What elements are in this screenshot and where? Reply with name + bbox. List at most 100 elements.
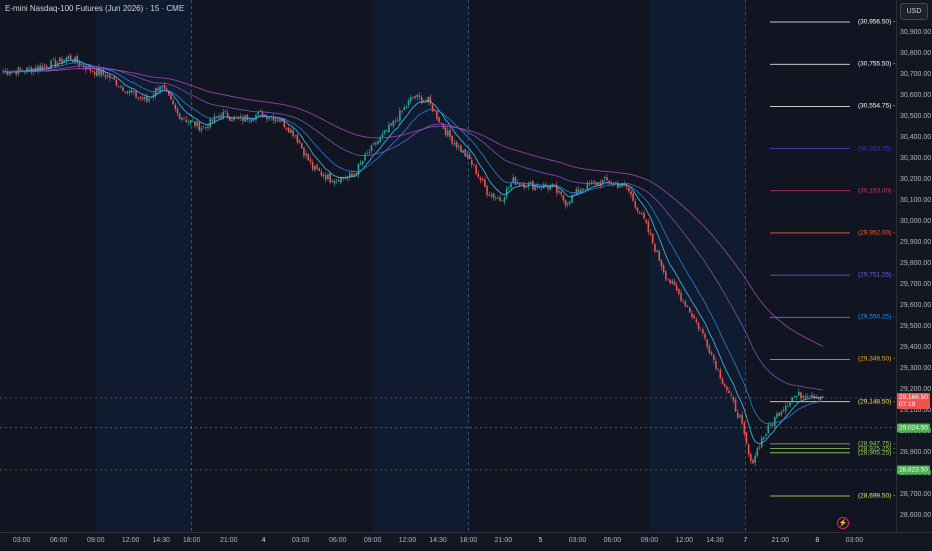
candle-body — [274, 118, 277, 122]
price-tick-label: 28,700.00 — [900, 490, 932, 498]
candle-body — [327, 174, 329, 180]
candle-body — [723, 383, 726, 387]
candle-body — [322, 174, 325, 177]
level-label: (30,153.00) - — [858, 187, 896, 195]
candle-body — [662, 265, 665, 273]
candle-body — [425, 99, 427, 101]
chart-area[interactable] — [0, 0, 896, 532]
candle-body — [17, 67, 20, 74]
candle-body — [174, 104, 177, 109]
candle-body — [244, 115, 246, 122]
time-tick-label: 14:30 — [706, 537, 724, 544]
level-label: (30,353.75) - — [858, 145, 896, 153]
candle-body — [462, 150, 464, 154]
candle-body — [547, 187, 549, 190]
candle-body — [178, 113, 181, 120]
candle-body — [80, 64, 83, 65]
candle-body — [686, 306, 689, 308]
candle-body — [721, 378, 724, 384]
candle-body — [712, 354, 715, 360]
candle-body — [78, 62, 81, 66]
candle-body — [793, 396, 796, 398]
candle-body — [342, 178, 344, 179]
candle-body — [133, 90, 135, 93]
candle-body — [93, 72, 96, 75]
candle-body — [392, 120, 395, 126]
candle-body — [287, 128, 290, 133]
candle-body — [564, 199, 567, 206]
candle-body — [205, 127, 207, 128]
candle-body — [562, 195, 565, 201]
lightning-icon[interactable]: ⚡ — [837, 517, 849, 529]
level-label: (28,905.25) - — [858, 449, 896, 457]
candle-body — [802, 395, 804, 398]
price-tick-label: 29,500.00 — [900, 322, 932, 330]
candle-body — [377, 141, 379, 144]
candle-body — [128, 91, 131, 93]
symbol-title[interactable]: E-mini Nasdaq-100 Futures (Jun 2026) · 1… — [5, 4, 184, 13]
time-tick-label: 09:00 — [363, 537, 382, 544]
candle-body — [800, 392, 802, 399]
price-tick-label: 29,700.00 — [900, 280, 932, 288]
candle-body — [276, 119, 279, 121]
off-session-band — [468, 0, 650, 532]
time-tick-label: 03:00 — [568, 537, 587, 544]
candle-body — [211, 119, 214, 122]
price-tick-label: 30,500.00 — [900, 112, 932, 120]
candle-body — [473, 164, 475, 166]
off-session-band — [191, 0, 373, 532]
candle-body — [752, 459, 754, 464]
candle-body — [8, 73, 11, 76]
candle-body — [409, 97, 412, 102]
candle-body — [627, 187, 630, 192]
candle-body — [209, 118, 211, 128]
candle-body — [383, 130, 386, 134]
candle-body — [811, 395, 813, 398]
price-chart[interactable] — [0, 0, 896, 532]
candle-body — [126, 91, 129, 93]
candle-body — [370, 145, 373, 151]
candle-body — [708, 346, 711, 354]
level-label: (29,550.25) - — [858, 313, 896, 321]
candle-body — [678, 288, 680, 294]
candle-body — [671, 280, 674, 284]
candle-body — [782, 410, 785, 411]
candle-body — [401, 110, 403, 112]
candle-body — [571, 194, 573, 203]
candle-body — [667, 279, 669, 280]
candle-body — [538, 187, 541, 189]
candle-body — [113, 77, 116, 80]
candle-body — [311, 162, 314, 170]
candle-body — [630, 191, 632, 195]
candle-body — [111, 77, 113, 78]
candle-body — [67, 55, 70, 59]
candle-body — [610, 183, 613, 185]
candle-body — [632, 193, 634, 201]
off-session-band — [2, 0, 96, 532]
currency-badge[interactable]: USD — [900, 3, 928, 20]
time-tick-label: 21:00 — [771, 537, 790, 544]
candle-body — [689, 307, 691, 313]
candle-body — [514, 177, 517, 185]
candle-body — [447, 130, 449, 136]
candle-body — [715, 360, 717, 369]
candle-body — [172, 100, 174, 105]
time-tick-label: 06:00 — [49, 537, 68, 544]
candle-body — [117, 86, 120, 88]
candle-body — [739, 415, 741, 417]
candle-body — [695, 319, 698, 323]
candle-body — [651, 234, 654, 244]
price-tick-label: 30,100.00 — [900, 196, 932, 204]
candle-body — [573, 193, 576, 195]
candle-body — [697, 323, 700, 329]
candle-body — [385, 130, 388, 132]
candle-body — [691, 313, 693, 317]
candle-body — [307, 153, 310, 161]
candle-body — [484, 179, 486, 187]
price-tick-label: 30,400.00 — [900, 133, 932, 141]
candle-body — [471, 159, 473, 165]
candle-body — [638, 212, 641, 214]
level-label: (29,751.25) - — [858, 271, 896, 279]
candle-body — [784, 406, 787, 412]
candle-body — [643, 212, 645, 219]
